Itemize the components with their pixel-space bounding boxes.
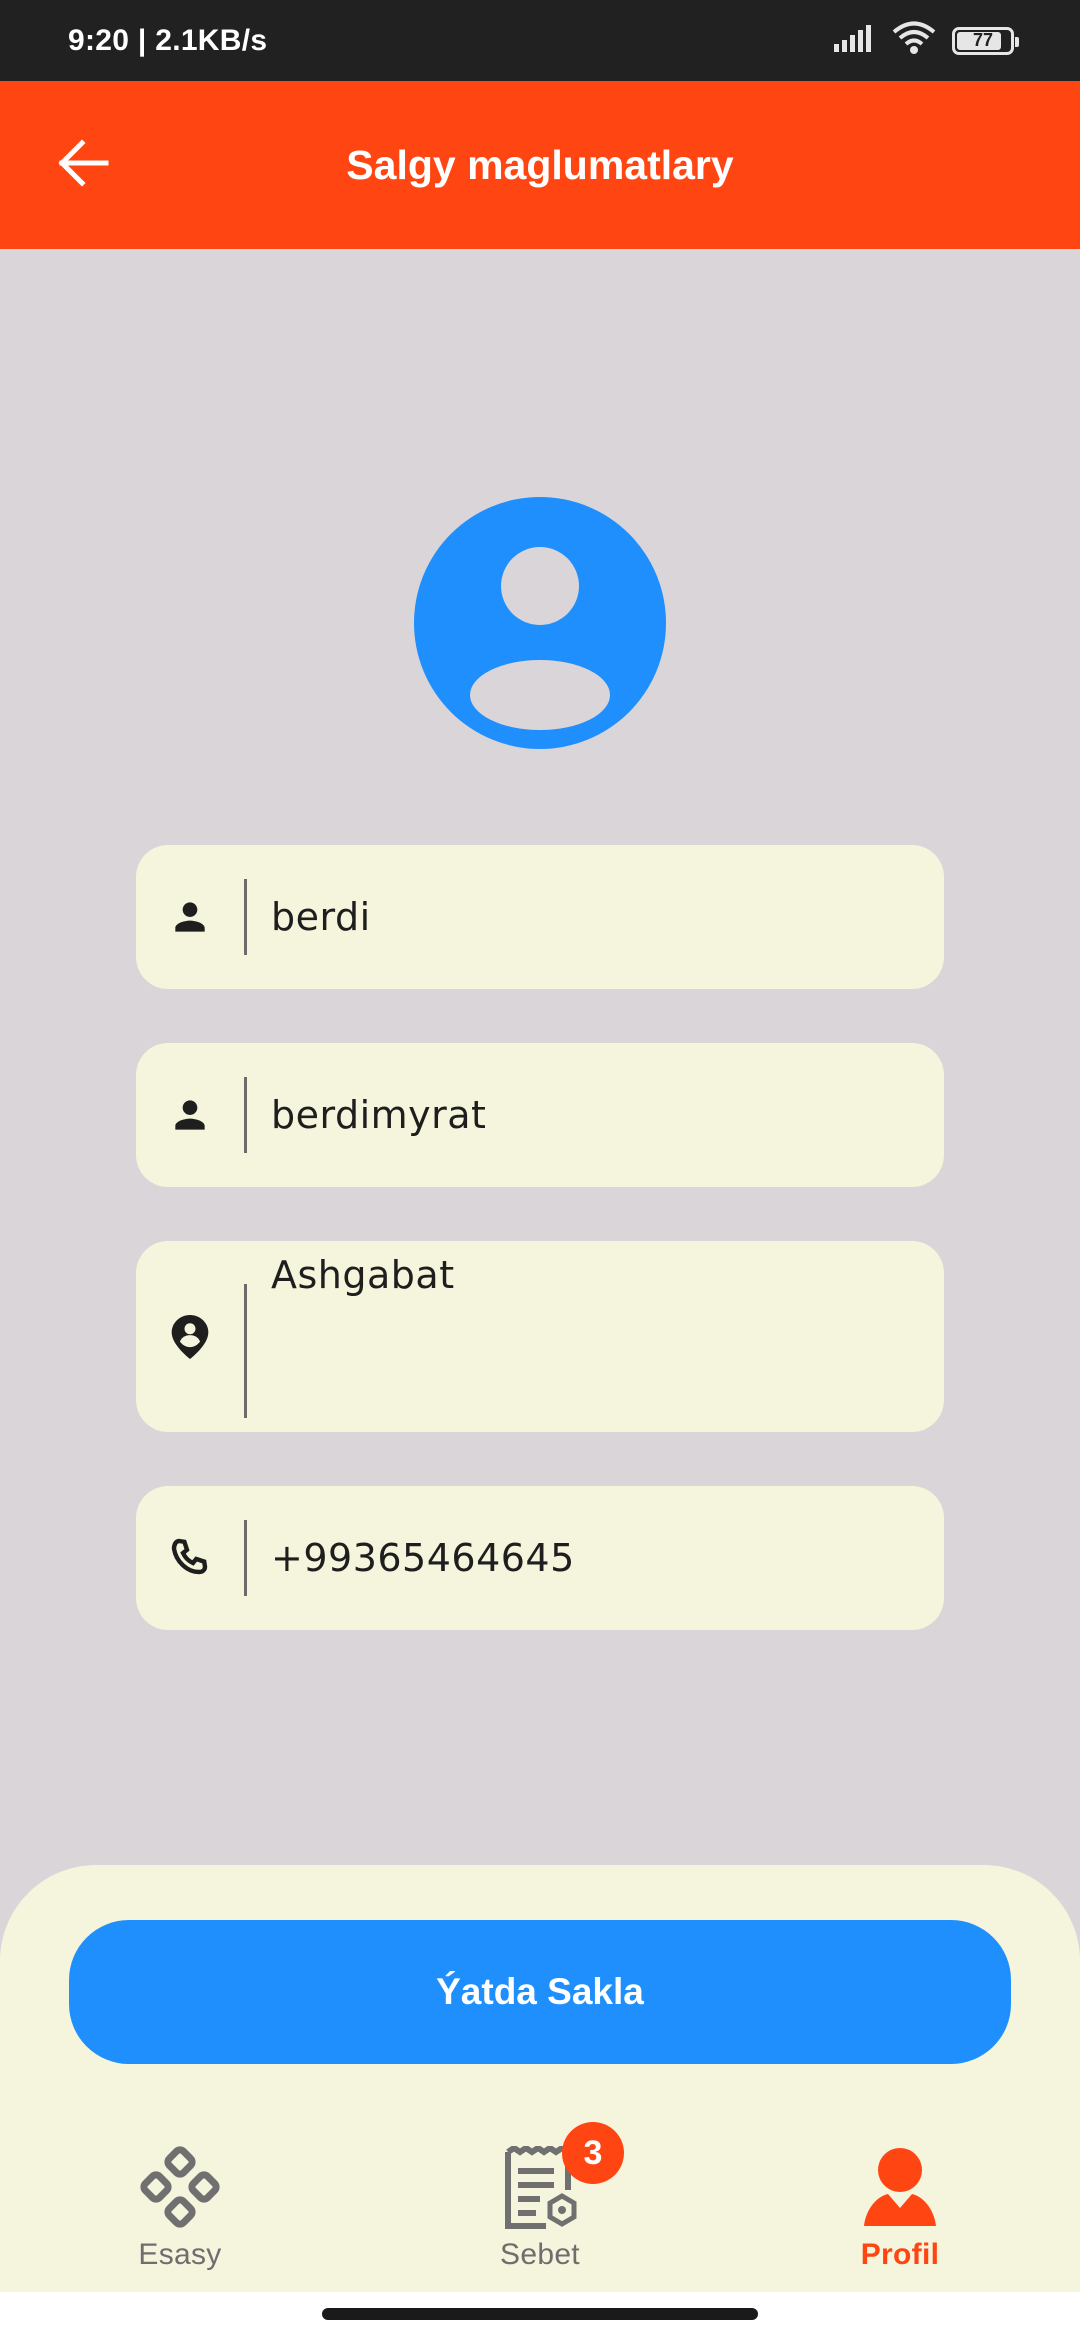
nav-item-esasy[interactable]: Esasy (0, 2140, 360, 2292)
cart-count-badge: 3 (562, 2122, 624, 2184)
status-bar: 9:20 | 2.1KB/s 77 (0, 0, 1080, 81)
status-time-speed: 9:20 | 2.1KB/s (68, 23, 268, 57)
save-button[interactable]: Ýatda Sakla (69, 1920, 1011, 2064)
home-indicator[interactable] (322, 2308, 758, 2320)
home-diamond-icon (138, 2140, 222, 2236)
first-name-value[interactable]: berdi (247, 895, 371, 939)
receipt-icon: 3 (502, 2122, 624, 2236)
nav-item-sebet[interactable]: 3 Sebet (360, 2122, 720, 2292)
nav-item-profil[interactable]: Profil (720, 2140, 1080, 2292)
phone-value[interactable]: +99365464645 (247, 1536, 575, 1580)
first-name-field[interactable]: berdi (136, 845, 944, 989)
wifi-icon (892, 21, 936, 60)
battery-icon: 77 (952, 26, 1019, 55)
address-field[interactable]: Ashgabat (136, 1241, 944, 1432)
last-name-value[interactable]: berdimyrat (247, 1093, 486, 1137)
status-icons: 77 (834, 21, 1019, 60)
app-bar: Salgy maglumatlary (0, 81, 1080, 249)
nav-label-profil: Profil (860, 2238, 940, 2271)
arrow-left-icon (56, 138, 110, 193)
last-name-field[interactable]: berdimyrat (136, 1043, 944, 1187)
nav-label-esasy: Esasy (138, 2238, 222, 2271)
location-person-icon (136, 1241, 244, 1432)
phone-icon (136, 1534, 244, 1582)
page-title: Salgy maglumatlary (346, 141, 734, 188)
bottom-nav: Esasy 3 Sebet Profil (0, 2122, 1080, 2292)
phone-field[interactable]: +99365464645 (136, 1486, 944, 1630)
address-value[interactable]: Ashgabat (247, 1241, 455, 1297)
field-divider (244, 1283, 247, 1418)
signal-icon (834, 24, 876, 57)
person-icon (136, 1093, 244, 1137)
profile-icon (858, 2140, 942, 2236)
person-icon (136, 895, 244, 939)
battery-level: 77 (972, 30, 994, 50)
avatar[interactable] (414, 497, 666, 749)
back-button[interactable] (50, 132, 116, 198)
nav-label-sebet: Sebet (500, 2238, 580, 2271)
